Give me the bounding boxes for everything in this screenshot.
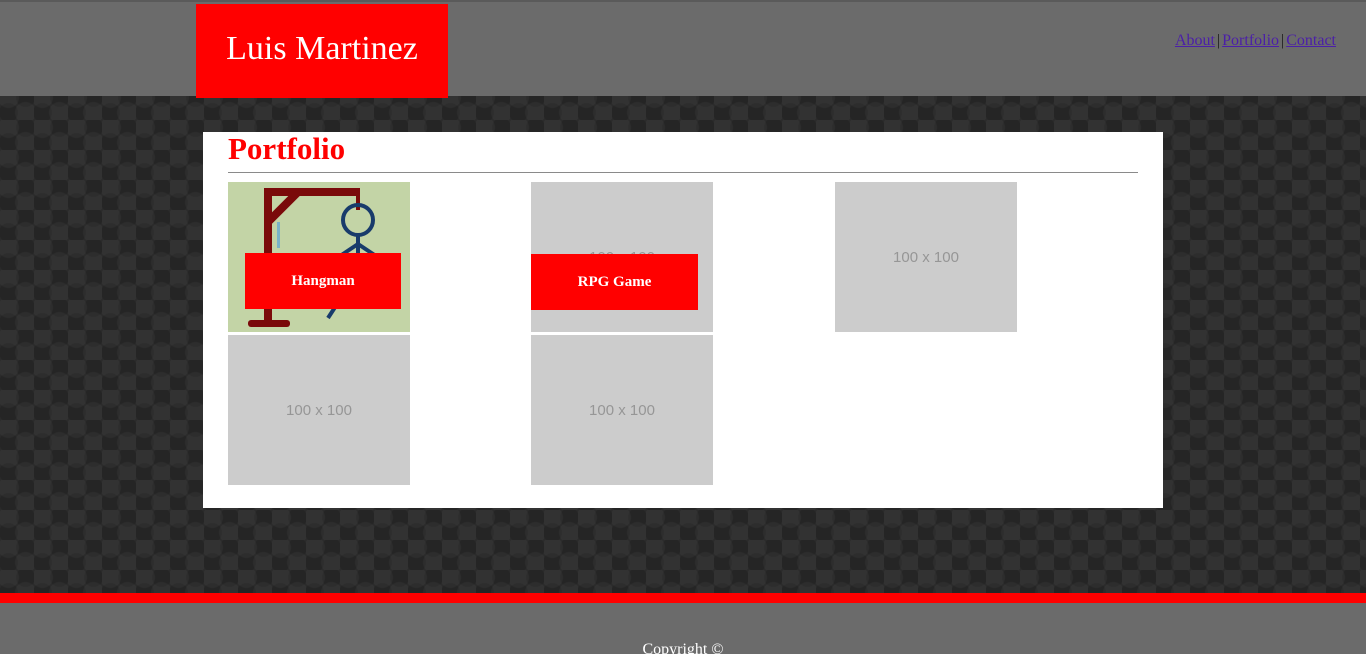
nav-link-contact[interactable]: Contact — [1286, 32, 1336, 49]
title-divider — [228, 172, 1138, 173]
footer-accent-stripe — [0, 593, 1366, 603]
main-nav: About | Portfolio | Contact — [1175, 32, 1336, 50]
portfolio-caption-hangman[interactable]: Hangman — [245, 253, 401, 309]
portfolio-item-rpg-game[interactable]: 100 x 100 RPG Game — [531, 182, 713, 332]
portfolio-panel: Portfolio Hangman 100 x 100 RPG Game 10 — [203, 132, 1163, 508]
portfolio-item-hangman[interactable]: Hangman — [228, 182, 410, 332]
portfolio-item-3[interactable]: 100 x 100 — [835, 182, 1017, 332]
placeholder-image: 100 x 100 — [893, 248, 959, 266]
portfolio-title: Portfolio — [228, 131, 346, 166]
site-header: Luis Martinez About | Portfolio | Contact — [0, 0, 1366, 98]
site-logo[interactable]: Luis Martinez — [196, 4, 448, 98]
portfolio-item-5[interactable]: 100 x 100 — [531, 335, 713, 485]
portfolio-caption-rpg-game[interactable]: RPG Game — [531, 254, 698, 310]
portfolio-item-4[interactable]: 100 x 100 — [228, 335, 410, 485]
nav-link-about[interactable]: About — [1175, 32, 1215, 49]
site-footer: Copyright © — [0, 603, 1366, 654]
placeholder-image: 100 x 100 — [589, 401, 655, 419]
placeholder-image: 100 x 100 — [286, 401, 352, 419]
copyright-text: Copyright © — [642, 641, 724, 654]
nav-link-portfolio[interactable]: Portfolio — [1222, 32, 1279, 49]
